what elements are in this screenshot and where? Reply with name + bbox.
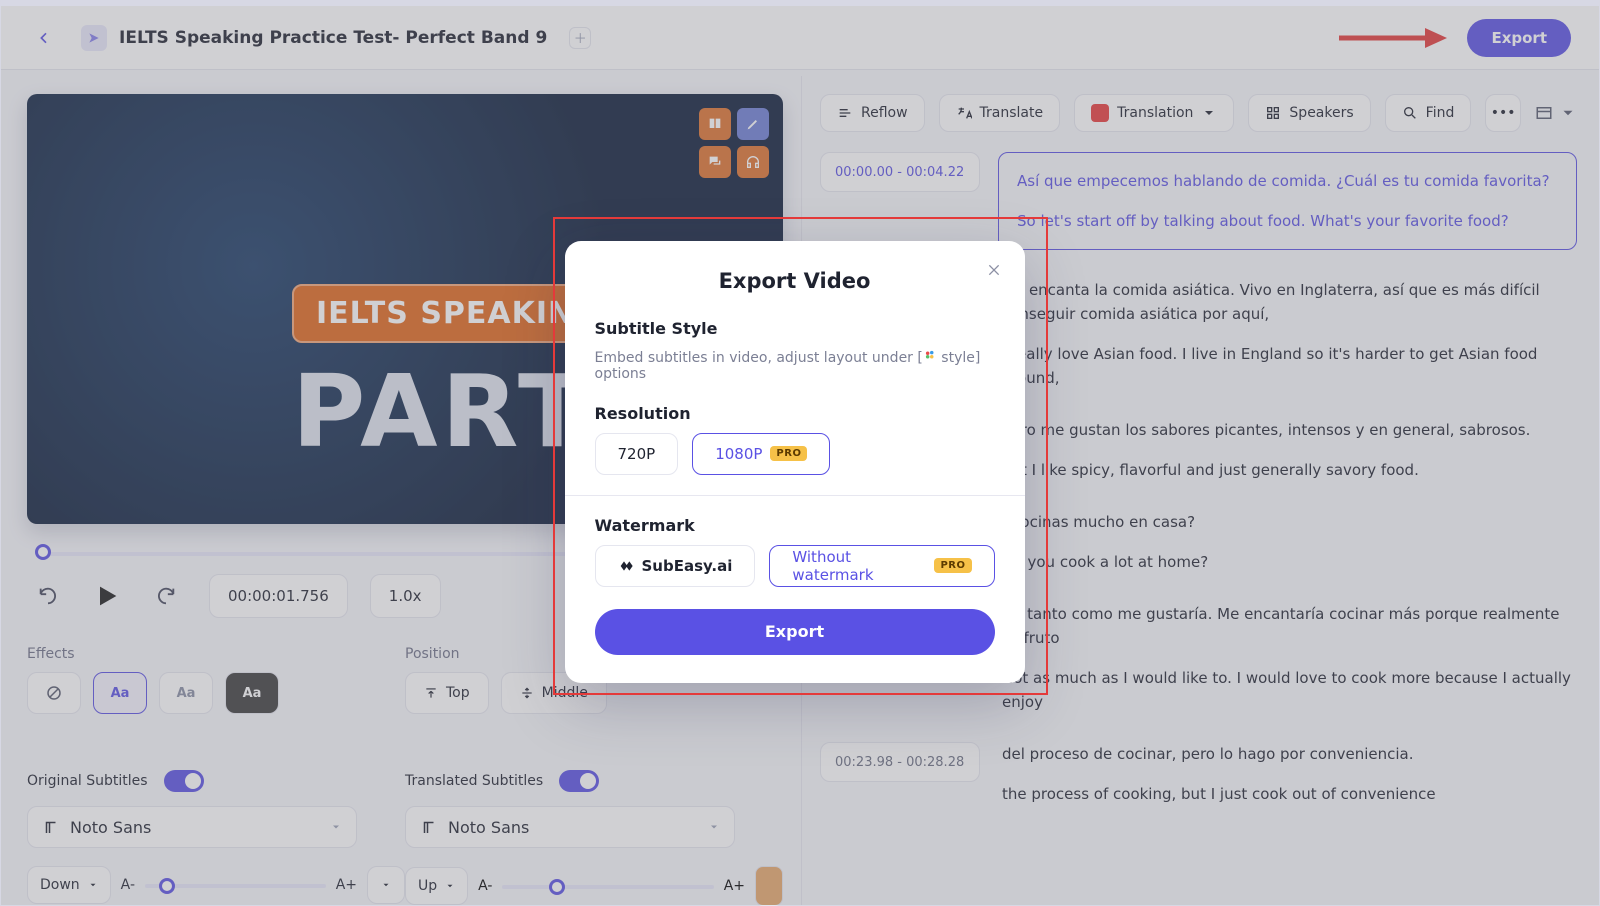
modal-overlay[interactable]: Export Video Subtitle Style Embed subtit… bbox=[1, 6, 1599, 905]
dialog-divider bbox=[565, 495, 1025, 496]
dialog-title: Export Video bbox=[595, 269, 995, 293]
close-icon bbox=[986, 262, 1002, 278]
export-dialog: Export Video Subtitle Style Embed subtit… bbox=[565, 241, 1025, 683]
pro-badge: PRO bbox=[934, 558, 971, 573]
dialog-highlight-frame: Export Video Subtitle Style Embed subtit… bbox=[553, 217, 1048, 695]
dialog-export-button[interactable]: Export bbox=[595, 609, 995, 655]
brand-icon bbox=[618, 558, 634, 574]
watermark-heading: Watermark bbox=[595, 516, 995, 535]
palette-icon bbox=[923, 348, 937, 362]
resolution-1080[interactable]: 1080PPRO bbox=[692, 433, 830, 475]
resolution-720[interactable]: 720P bbox=[595, 433, 679, 475]
resolution-heading: Resolution bbox=[595, 404, 995, 423]
subtitle-style-heading: Subtitle Style bbox=[595, 319, 995, 338]
dialog-close-button[interactable] bbox=[981, 257, 1007, 283]
watermark-brand[interactable]: SubEasy.ai bbox=[595, 545, 756, 587]
subtitle-style-desc: Embed subtitles in video, adjust layout … bbox=[595, 348, 995, 382]
pro-badge: PRO bbox=[770, 446, 807, 461]
watermark-none[interactable]: Without watermarkPRO bbox=[769, 545, 994, 587]
